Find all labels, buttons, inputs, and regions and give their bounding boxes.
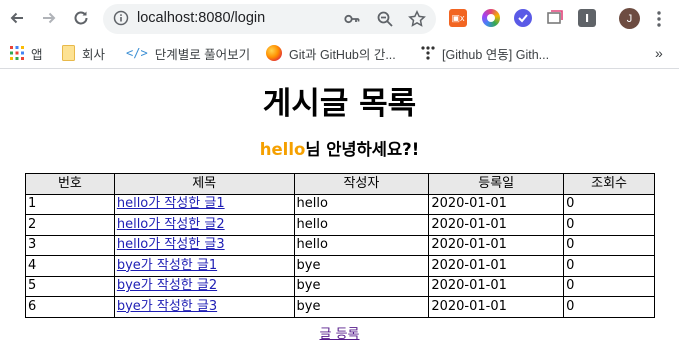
forward-arrow-icon [43,12,56,24]
column-header-writer: 작성자 [293,173,430,195]
cell-views: 0 [563,296,655,318]
address-bar[interactable]: localhost:8080/login [103,4,436,34]
table-row: 4 bye가 작성한 글1 bye 2020-01-01 0 [25,255,655,277]
cell-views: 0 [563,234,655,256]
bookmark-step-by-step[interactable]: </> 단계별로 풀어보기 [126,44,250,62]
code-brackets-icon: </> [126,46,148,60]
table-row: 2 hello가 작성한 글2 hello 2020-01-01 0 [25,214,655,236]
cell-number: 5 [25,275,115,297]
page-title: 게시글 목록 [262,86,417,122]
cell-date: 2020-01-01 [428,193,565,215]
table-row: 1 hello가 작성한 글1 hello 2020-01-01 0 [25,193,655,215]
greeting-username: hello [259,140,306,159]
extension-check-icon[interactable] [514,9,532,27]
cell-number: 6 [25,296,115,318]
browser-menu-button[interactable] [654,9,664,29]
post-title-link[interactable]: bye가 작성한 글2 [117,278,217,293]
bookmark-star-icon[interactable] [408,10,426,28]
table-row: 6 bye가 작성한 글3 bye 2020-01-01 0 [25,296,655,318]
cell-views: 0 [563,275,655,297]
cell-number: 2 [25,214,115,236]
cell-title: hello가 작성한 글2 [113,214,295,236]
table-row: 5 bye가 작성한 글2 bye 2020-01-01 0 [25,275,655,297]
cell-views: 0 [563,255,655,277]
cell-title: bye가 작성한 글2 [113,275,295,297]
cell-writer: hello [293,214,430,236]
forward-button[interactable] [38,7,60,29]
cell-writer: hello [293,234,430,256]
bookmark-apps[interactable]: 앱 [10,44,43,62]
apps-grid-icon [10,46,24,60]
bookmarks-bar: 앱 회사 </> 단계별로 풀어보기 Git과 GitHub의 간... [Gi… [0,37,679,69]
cell-title: hello가 작성한 글3 [113,234,295,256]
cell-number: 1 [25,193,115,215]
post-title-link[interactable]: bye가 작성한 글3 [117,299,217,314]
page-content: 게시글 목록 hello님 안녕하세요?! 번호 제목 작성자 등록일 조회수 … [0,70,679,347]
cell-title: hello가 작성한 글1 [113,193,295,215]
orange-circle-icon [266,45,282,61]
cell-writer: bye [293,296,430,318]
dots-tree-icon [421,46,435,60]
cell-date: 2020-01-01 [428,255,565,277]
write-link-container: 글 등록 [0,323,679,342]
cell-date: 2020-01-01 [428,214,565,236]
table-header-row: 번호 제목 작성자 등록일 조회수 [25,173,655,195]
greeting-suffix: 님 안녕하세요?! [305,140,420,159]
bookmark-git-github[interactable]: Git과 GitHub의 간... [266,44,396,62]
table-row: 3 hello가 작성한 글3 hello 2020-01-01 0 [25,234,655,256]
folder-icon [62,45,75,61]
cell-number: 3 [25,234,115,256]
back-button[interactable] [6,7,28,29]
post-title-link[interactable]: hello가 작성한 글1 [117,196,225,211]
cell-writer: bye [293,275,430,297]
extension-orange-icon[interactable]: ▣x [449,9,467,27]
post-title-link[interactable]: bye가 작성한 글1 [117,258,217,273]
reload-button[interactable] [70,7,92,29]
browser-toolbar: localhost:8080/login ▣x I J [0,0,679,37]
cell-views: 0 [563,214,655,236]
extension-color-wheel-icon[interactable] [482,9,500,27]
key-icon[interactable] [343,10,361,28]
greeting-message: hello님 안녕하세요?! [0,136,679,160]
url-text: localhost:8080/login [137,10,266,26]
post-title-link[interactable]: hello가 작성한 글2 [117,217,225,232]
site-info-icon[interactable] [113,10,129,30]
bookmarks-overflow-button[interactable]: » [655,44,663,62]
cell-writer: bye [293,255,430,277]
write-post-link[interactable]: 글 등록 [319,327,359,342]
extension-tabs-icon[interactable] [546,9,564,27]
column-header-number: 번호 [25,173,115,195]
cell-date: 2020-01-01 [428,234,565,256]
zoom-icon[interactable] [376,10,394,28]
cell-number: 4 [25,255,115,277]
column-header-views: 조회수 [563,173,655,195]
cell-writer: hello [293,193,430,215]
back-arrow-icon [10,12,23,24]
cell-date: 2020-01-01 [428,296,565,318]
bookmark-company-folder[interactable]: 회사 [62,44,105,62]
profile-avatar[interactable]: J [619,8,640,29]
cell-title: bye가 작성한 글3 [113,296,295,318]
reload-icon [74,11,88,25]
cell-title: bye가 작성한 글1 [113,255,295,277]
cell-views: 0 [563,193,655,215]
extension-dark-icon[interactable]: I [578,9,596,27]
column-header-title: 제목 [113,173,295,195]
kebab-menu-icon [657,11,661,27]
bookmark-github-integration[interactable]: [Github 연동] Gith... [421,44,549,62]
cell-date: 2020-01-01 [428,275,565,297]
board-table: 번호 제목 작성자 등록일 조회수 1 hello가 작성한 글1 hello … [25,173,655,318]
column-header-date: 등록일 [428,173,565,195]
post-title-link[interactable]: hello가 작성한 글3 [117,237,225,252]
